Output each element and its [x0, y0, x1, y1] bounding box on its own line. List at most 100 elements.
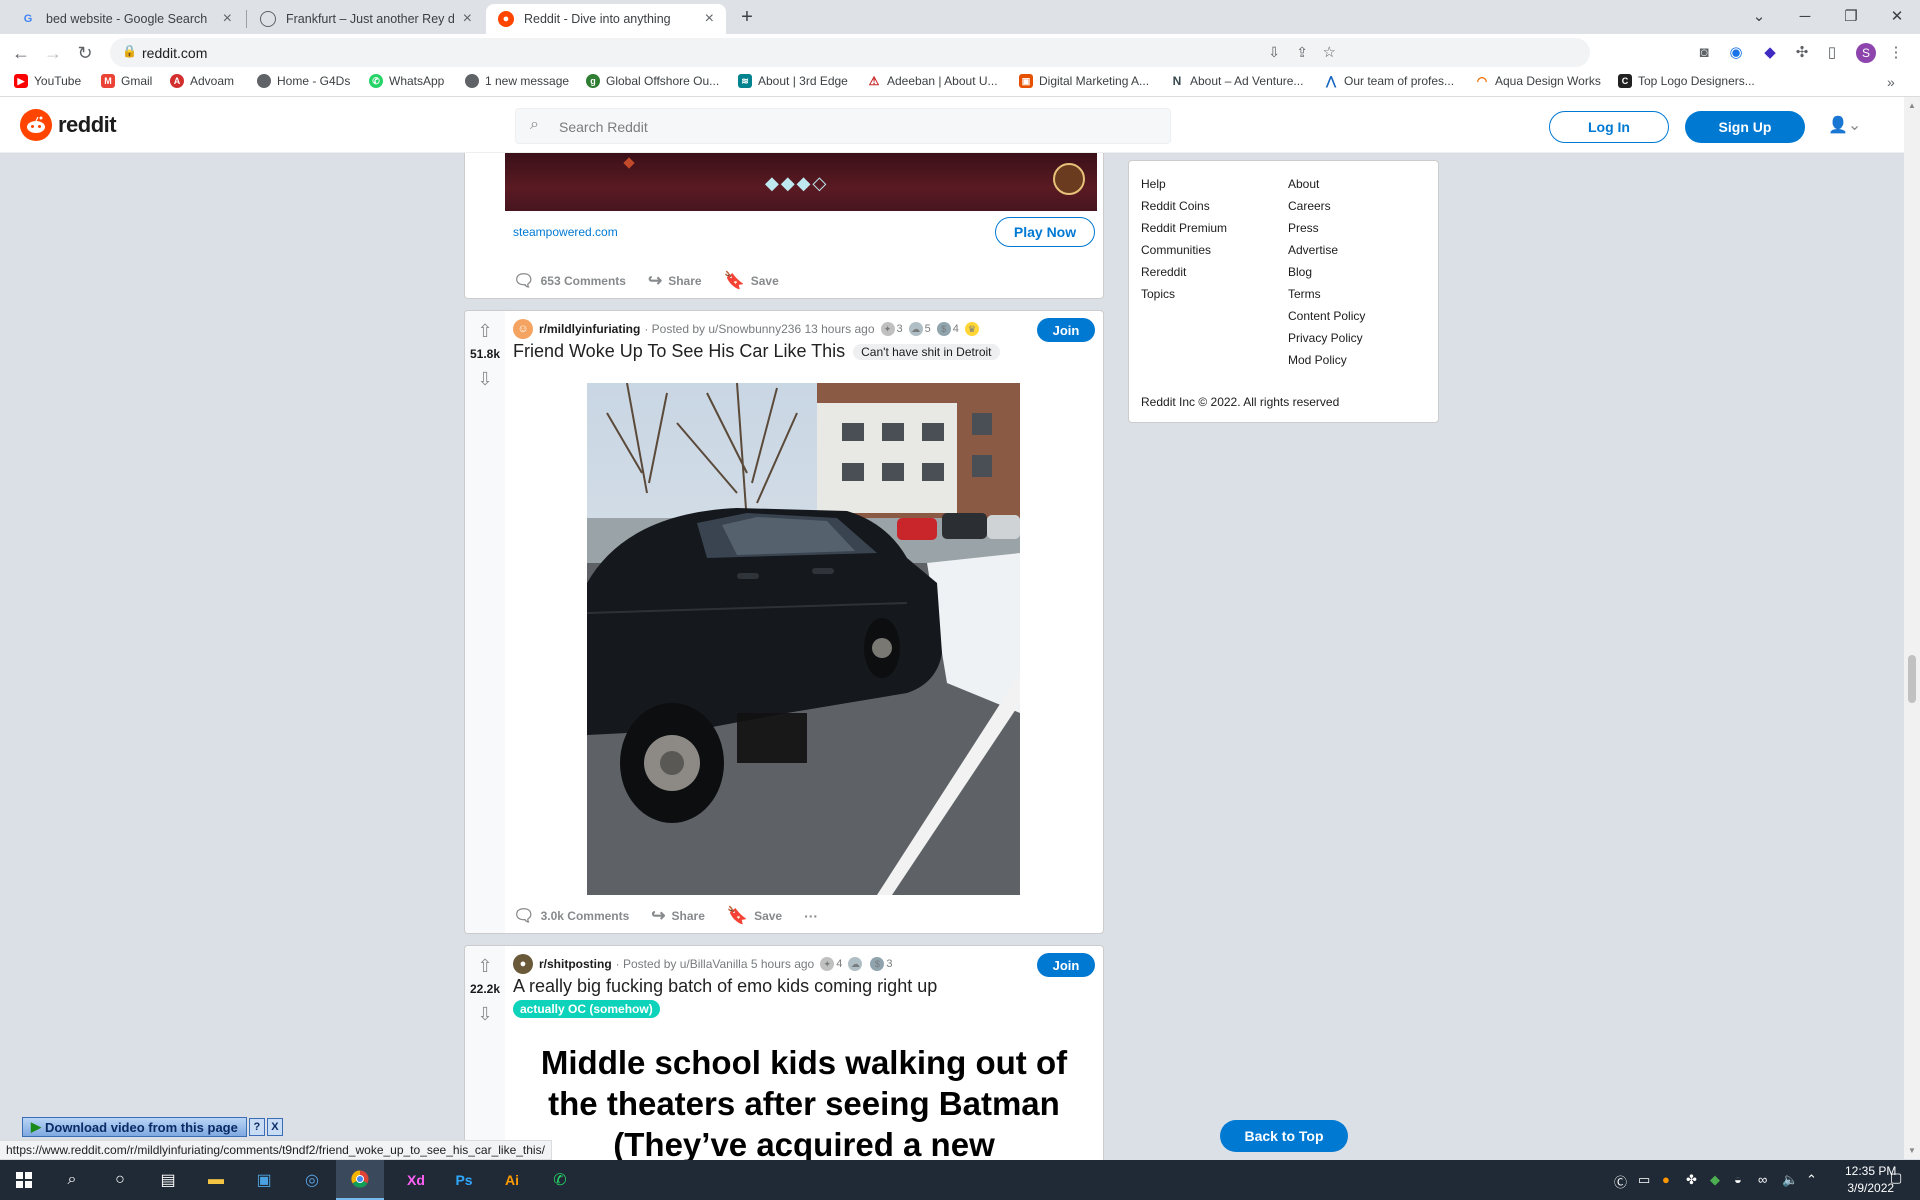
bookmark-aqua[interactable]: ◠ Aqua Design Works — [1475, 74, 1601, 88]
footer-link-premium[interactable]: Reddit Premium — [1141, 221, 1227, 235]
upvote-icon[interactable]: ⇧ — [476, 321, 494, 342]
award-silver[interactable]: ✦ 3 — [880, 322, 903, 336]
tray-link-icon[interactable]: ∞ — [1758, 1172, 1767, 1187]
share-button[interactable]: ↪ Share — [648, 271, 702, 291]
share-button[interactable]: ↪ Share — [651, 906, 705, 926]
bookmarks-overflow-icon[interactable]: » — [1887, 74, 1895, 90]
minimize-button[interactable]: ─ — [1782, 4, 1828, 30]
bookmark-ad-venture[interactable]: N About – Ad Venture... — [1170, 74, 1303, 88]
task-view-icon[interactable]: ▤ — [144, 1160, 192, 1200]
browser-tab-google[interactable]: G bed website - Google Search × — [8, 4, 244, 34]
cortana-icon[interactable]: ○ — [96, 1160, 144, 1200]
award-wholesome[interactable]: $3 — [870, 957, 892, 971]
bookmark-gmail[interactable]: M Gmail — [101, 74, 152, 88]
bookmark-3rd-edge[interactable]: ≋ About | 3rd Edge — [738, 74, 848, 88]
reload-icon[interactable]: ↻ — [72, 40, 98, 66]
search-input[interactable]: ⌕ Search Reddit — [515, 108, 1171, 144]
tray-network-icon[interactable]: ✤ — [1686, 1172, 1697, 1188]
upvote-icon[interactable]: ⇧ — [476, 956, 494, 977]
footer-link-privacy-policy[interactable]: Privacy Policy — [1288, 331, 1363, 345]
bookmark-top-logo[interactable]: C Top Logo Designers... — [1618, 74, 1755, 88]
comments-button[interactable]: 🗨 3.0k Comments — [513, 906, 629, 926]
signup-button[interactable]: Sign Up — [1685, 111, 1805, 143]
windows-start-icon[interactable] — [0, 1160, 48, 1200]
address-bar[interactable]: 🔒 reddit.com ⇩ ⇪ ☆ — [110, 38, 1590, 67]
footer-link-topics[interactable]: Topics — [1141, 287, 1175, 301]
download-help-button[interactable]: ? — [248, 1118, 265, 1136]
ad-domain-link[interactable]: steampowered.com — [513, 225, 618, 239]
comments-button[interactable]: 🗨 653 Comments — [513, 271, 626, 291]
close-icon[interactable]: × — [223, 10, 232, 28]
save-button[interactable]: 🔖 Save — [724, 271, 779, 291]
downvote-icon[interactable]: ⇩ — [476, 1004, 494, 1025]
subreddit-link[interactable]: r/shitposting — [539, 957, 612, 971]
browser-tab-reddit[interactable]: ● Reddit - Dive into anything × — [486, 4, 726, 34]
tab-search-icon[interactable]: ⌄ — [1736, 4, 1782, 30]
post-card[interactable]: ⇧ 51.8k ⇩ ☺ r/mildlyinfuriating · Posted… — [464, 310, 1104, 934]
bookmark-star-icon[interactable]: ☆ — [1323, 43, 1336, 61]
post-flair[interactable]: actually OC (somehow) — [513, 1000, 660, 1018]
puzzle-icon[interactable]: ✣ — [1792, 43, 1812, 63]
tray-icon[interactable]: Ⓒ — [1614, 1172, 1627, 1191]
bookmark-youtube[interactable]: ▶ YouTube — [14, 74, 81, 88]
extension-badge-icon[interactable]: ◆ — [1760, 43, 1780, 63]
footer-link-about[interactable]: About — [1288, 177, 1319, 191]
posted-by[interactable]: · Posted by u/Snowbunny236 13 hours ago — [644, 322, 874, 336]
post-image[interactable]: Middle school kids walking out of the th… — [505, 1032, 1103, 1160]
adobe-xd-icon[interactable]: Xd — [392, 1160, 440, 1200]
footer-link-coins[interactable]: Reddit Coins — [1141, 199, 1210, 213]
save-button[interactable]: 🔖 Save — [727, 906, 782, 926]
new-tab-button[interactable]: + — [724, 4, 770, 30]
search-icon[interactable]: ⌕ — [48, 1160, 96, 1200]
browser-tab-frankfurt[interactable]: Frankfurt – Just another Rey dem × — [248, 4, 484, 34]
post-image[interactable] — [587, 383, 1020, 895]
back-icon[interactable]: ← — [8, 40, 34, 66]
bookmark-global-offshore[interactable]: g Global Offshore Ou... — [586, 74, 719, 88]
play-now-button[interactable]: Play Now — [995, 217, 1095, 247]
footer-link-help[interactable]: Help — [1141, 177, 1166, 191]
side-panel-icon[interactable]: ▯ — [1822, 43, 1842, 63]
downvote-icon[interactable]: ⇩ — [476, 369, 494, 390]
post-title[interactable]: Friend Woke Up To See His Car Like This … — [513, 341, 1000, 362]
forward-icon[interactable]: → — [40, 40, 66, 66]
tray-wifi-icon[interactable]: ◒ — [1734, 1172, 1742, 1187]
subreddit-link[interactable]: r/mildlyinfuriating — [539, 322, 640, 336]
tray-display-icon[interactable]: ▭ — [1638, 1172, 1650, 1188]
page-scrollbar[interactable]: ▲ ▼ — [1904, 97, 1920, 1159]
join-button[interactable]: Join — [1037, 953, 1095, 977]
footer-link-rereddit[interactable]: Rereddit — [1141, 265, 1186, 279]
footer-link-content-policy[interactable]: Content Policy — [1288, 309, 1365, 323]
menu-dots-icon[interactable]: ⋮ — [1886, 43, 1906, 63]
chrome-icon[interactable] — [336, 1160, 384, 1200]
illustrator-icon[interactable]: Ai — [488, 1160, 536, 1200]
tray-app-icon[interactable]: ● — [1662, 1172, 1670, 1187]
ad-image[interactable]: ◆◆◆◇ — [505, 153, 1097, 211]
bookmark-advoam[interactable]: A Advoam — [170, 74, 234, 88]
back-to-top-button[interactable]: Back to Top — [1220, 1120, 1348, 1152]
close-icon[interactable]: × — [463, 10, 472, 28]
taskbar-clock[interactable]: 12:35 PM 3/9/2022 — [1845, 1163, 1896, 1197]
profile-avatar[interactable]: S — [1856, 43, 1876, 63]
footer-link-advertise[interactable]: Advertise — [1288, 243, 1338, 257]
promoted-post[interactable]: ◆◆◆◇ steampowered.com Play Now 🗨 653 Comm… — [464, 153, 1104, 299]
close-icon[interactable]: × — [705, 10, 714, 28]
footer-link-communities[interactable]: Communities — [1141, 243, 1211, 257]
file-explorer-icon[interactable]: ▬ — [192, 1160, 240, 1200]
bookmark-message[interactable]: 1 new message — [465, 74, 569, 88]
award-wholesome[interactable]: $4 — [936, 322, 959, 336]
bookmark-adeeban[interactable]: ⚠ Adeeban | About U... — [867, 74, 998, 88]
award-helpful[interactable]: ☁ 5 — [908, 322, 931, 336]
notification-icon[interactable]: ▢ — [1890, 1170, 1902, 1186]
award-silver[interactable]: ✦ 4 — [820, 957, 842, 971]
tray-security-icon[interactable]: ◆ — [1710, 1172, 1720, 1188]
scrollbar-thumb[interactable] — [1908, 655, 1916, 703]
photoshop-icon[interactable]: Ps — [440, 1160, 488, 1200]
whatsapp-icon[interactable]: ✆ — [536, 1160, 584, 1200]
reddit-logo[interactable]: reddit — [20, 109, 117, 141]
footer-link-mod-policy[interactable]: Mod Policy — [1288, 353, 1347, 367]
scroll-down-icon[interactable]: ▼ — [1908, 1146, 1916, 1155]
award-helpful[interactable]: ☁ — [848, 957, 864, 971]
subreddit-icon[interactable]: ☺ — [513, 319, 533, 339]
chrome-remote-icon[interactable]: ◎ — [288, 1160, 336, 1200]
download-video-button[interactable]: ▶ Download video from this page — [22, 1117, 247, 1137]
